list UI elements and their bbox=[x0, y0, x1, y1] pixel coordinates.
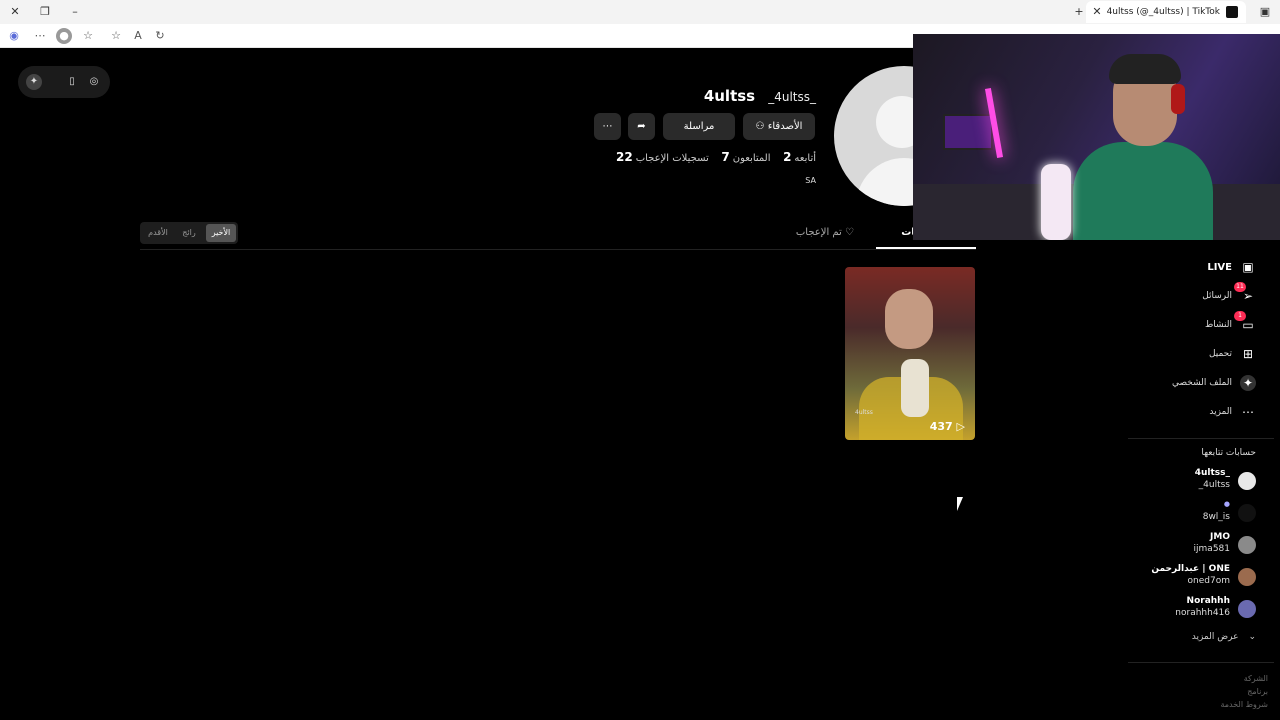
following-item[interactable]: عبدالرحمن | ONE oned7om bbox=[1136, 564, 1256, 592]
add-friend-icon: ⚇ bbox=[755, 121, 765, 132]
webcam-person-body bbox=[1073, 142, 1213, 240]
video-thumbnail[interactable]: 4ultss 437 ▷ bbox=[845, 267, 975, 440]
sidebar-divider bbox=[1128, 662, 1274, 663]
nav-profile[interactable]: ✦ الملف الشخصي bbox=[1172, 373, 1256, 393]
refresh-icon[interactable]: ↻ bbox=[152, 28, 168, 44]
invite-friends-button[interactable]: ⚇ الأصدقاء bbox=[743, 113, 815, 140]
window-restore-icon[interactable]: ❐ bbox=[36, 3, 54, 21]
mouse-cursor-icon bbox=[957, 497, 963, 511]
tab-liked[interactable]: تم الإعجاب ♡ bbox=[796, 227, 854, 238]
footer-link[interactable]: الشركة bbox=[1220, 672, 1268, 685]
thumbnail-mic bbox=[901, 359, 929, 417]
play-icon: ▷ bbox=[956, 420, 965, 433]
profile-username-row: 4ultss _4ultss_ bbox=[704, 86, 816, 106]
webcam-monitor bbox=[943, 114, 993, 150]
add-favorite-icon[interactable]: ☆ bbox=[108, 28, 124, 44]
profile-icon: ✦ bbox=[1240, 375, 1256, 391]
following-item[interactable]: Norahhh norahhh416 bbox=[1136, 596, 1256, 624]
sort-latest[interactable]: الأخير bbox=[206, 224, 236, 242]
browser-title-bar: ✕ ❐ – + ▣ ✕ 4ultss (@_4ultss) | TikTok bbox=[0, 0, 1280, 24]
sort-control: الأخير رائج الأقدم bbox=[140, 222, 238, 244]
stat-likes: تسجيلات الإعجاب22 bbox=[616, 150, 709, 164]
footer-link[interactable]: شروط الخدمة bbox=[1220, 698, 1268, 711]
stat-following[interactable]: أتابعه2 bbox=[780, 150, 816, 164]
following-item[interactable]: JMO ijma581 bbox=[1136, 532, 1256, 560]
more-icon: ⋯ bbox=[1242, 405, 1254, 419]
avatar bbox=[1238, 472, 1256, 490]
share-icon: ➦ bbox=[637, 121, 646, 132]
chevron-down-icon: ⌄ bbox=[1248, 632, 1256, 642]
tabs-divider bbox=[140, 249, 976, 250]
avatar bbox=[1238, 536, 1256, 554]
messages-badge: 11 bbox=[1234, 282, 1246, 292]
upload-icon: ⊞ bbox=[1242, 347, 1254, 361]
sidebar-footer: الشركة برنامج شروط الخدمة bbox=[1220, 672, 1268, 711]
video-watermark: 4ultss bbox=[855, 409, 873, 416]
following-item[interactable]: 4ultss_ _4ultss bbox=[1136, 468, 1256, 496]
share-button[interactable]: ➦ bbox=[628, 113, 655, 140]
live-icon: ▣ bbox=[1242, 260, 1254, 274]
video-views: 437 ▷ bbox=[929, 420, 965, 433]
messages-icon: ➢ 11 bbox=[1234, 282, 1256, 304]
window-minimize-icon[interactable]: – bbox=[66, 3, 84, 21]
profile-region: SA bbox=[805, 176, 816, 185]
sidebar-divider bbox=[1128, 438, 1274, 439]
webcam-headphone bbox=[1171, 84, 1185, 114]
webcam-overlay bbox=[913, 34, 1280, 240]
footer-link[interactable]: برنامج bbox=[1220, 685, 1268, 698]
nav-live[interactable]: ▣ LIVE bbox=[1207, 257, 1256, 277]
profile-handle: _4ultss_ bbox=[768, 90, 816, 104]
compass-icon[interactable]: ◎ bbox=[86, 74, 102, 90]
avatar bbox=[1238, 568, 1256, 586]
activity-badge: 1 bbox=[1234, 311, 1246, 321]
message-button[interactable]: مراسلة bbox=[663, 113, 735, 140]
sort-oldest[interactable]: الأقدم bbox=[144, 224, 172, 242]
nav-activity[interactable]: ▭ 1 النشاط bbox=[1205, 311, 1256, 335]
avatar bbox=[1238, 600, 1256, 618]
window-close-icon[interactable]: ✕ bbox=[6, 3, 24, 21]
webcam-person-hair bbox=[1109, 54, 1181, 84]
more-actions-button[interactable]: ⋯ bbox=[594, 113, 621, 140]
nav-upload[interactable]: ⊞ تحميل bbox=[1209, 344, 1256, 364]
profile-avatar-icon[interactable]: ● bbox=[56, 28, 72, 44]
mobile-icon[interactable]: ▯ bbox=[64, 74, 80, 90]
tiktok-favicon-icon bbox=[1226, 6, 1238, 18]
profile-stats: أتابعه2 المتابعون7 تسجيلات الإعجاب22 bbox=[613, 150, 816, 164]
following-title: حسابات تتابعها bbox=[1201, 448, 1256, 458]
nav-more[interactable]: ⋯ المزيد bbox=[1209, 402, 1256, 422]
webcam-microphone bbox=[1041, 164, 1071, 240]
tab-actions-icon[interactable]: ▣ bbox=[1256, 3, 1274, 21]
read-aloud-icon[interactable]: A bbox=[130, 28, 146, 44]
avatar bbox=[1238, 504, 1256, 522]
more-dots-icon: ⋯ bbox=[602, 121, 613, 132]
nav-messages[interactable]: ➢ 11 الرسائل bbox=[1202, 282, 1256, 306]
tab-tiktok[interactable]: ✕ 4ultss (@_4ultss) | TikTok bbox=[1086, 1, 1246, 23]
thumbnail-face bbox=[885, 289, 933, 349]
heart-icon: ♡ bbox=[845, 227, 854, 238]
profile-emoji-icon: ● bbox=[1223, 500, 1230, 508]
profile-avatar-small-icon[interactable]: ✦ bbox=[26, 74, 42, 90]
favorites-icon[interactable]: ☆ bbox=[80, 28, 96, 44]
tab-close-icon[interactable]: ✕ bbox=[1088, 3, 1106, 21]
profile-nickname: 4ultss bbox=[703, 87, 756, 105]
activity-icon: ▭ 1 bbox=[1234, 311, 1256, 333]
following-item[interactable]: ● 8wl_is bbox=[1136, 500, 1256, 528]
tab-title: 4ultss (@_4ultss) | TikTok bbox=[1106, 7, 1220, 17]
more-options-icon[interactable]: ⋯ bbox=[32, 28, 48, 44]
see-more-button[interactable]: ⌄ عرض المزيد bbox=[1192, 632, 1256, 642]
copilot-icon[interactable]: ◉ bbox=[6, 28, 22, 44]
sort-popular[interactable]: رائج bbox=[175, 224, 203, 242]
stat-followers[interactable]: المتابعون7 bbox=[718, 150, 770, 164]
top-tools-pill: ✦ ▯ ◎ bbox=[18, 66, 110, 98]
